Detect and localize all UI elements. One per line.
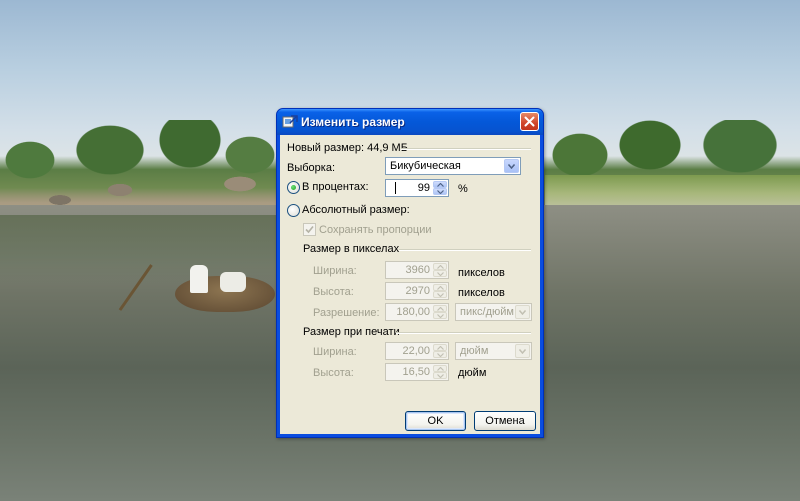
pixel-width-unit: пикселов — [458, 267, 505, 279]
percent-value: 99 — [417, 182, 430, 194]
close-icon — [524, 116, 535, 127]
resolution-unit-select[interactable]: пикс/дюйм — [455, 303, 532, 321]
spin-up-button[interactable] — [433, 305, 447, 312]
resolution-label: Разрешение: — [313, 307, 380, 319]
dialog-titlebar[interactable]: Изменить размер — [277, 109, 543, 135]
resize-dialog: Изменить размер Новый размер: 44,9 МБ Вы… — [276, 108, 544, 438]
spin-up-button[interactable] — [433, 284, 447, 291]
resampling-value: Бикубическая — [390, 160, 461, 172]
pixel-width-label: Ширина: — [313, 265, 357, 277]
spin-down-button[interactable] — [433, 270, 447, 277]
spin-down-button[interactable] — [433, 351, 447, 358]
spin-up-button[interactable] — [433, 181, 447, 188]
new-size-label: Новый размер: 44,9 МБ — [287, 142, 408, 154]
print-height-spinner[interactable]: 16,50 — [385, 363, 449, 381]
print-unit-select[interactable]: дюйм — [455, 342, 532, 360]
print-width-spinner[interactable]: 22,00 — [385, 342, 449, 360]
pixel-width-spinner[interactable]: 3960 — [385, 261, 449, 279]
resolution-spinner[interactable]: 180,00 — [385, 303, 449, 321]
spin-up-button[interactable] — [433, 263, 447, 270]
percent-spinner[interactable]: 99 — [385, 179, 449, 197]
right-river-bank — [545, 175, 800, 205]
pixel-height-unit: пикселов — [458, 287, 505, 299]
cancel-button[interactable]: Отмена — [474, 411, 536, 431]
spin-up-button[interactable] — [433, 344, 447, 351]
pixel-height-label: Высота: — [313, 286, 354, 298]
resampling-select[interactable]: Бикубическая — [385, 157, 521, 175]
dialog-body: Новый размер: 44,9 МБ Выборка: Бикубичес… — [280, 135, 540, 434]
spin-down-button[interactable] — [433, 188, 447, 195]
checkmark-icon — [305, 225, 314, 234]
spin-up-button[interactable] — [433, 365, 447, 372]
spin-down-button[interactable] — [433, 372, 447, 379]
keep-proportions-checkbox[interactable] — [303, 223, 316, 236]
dialog-title: Изменить размер — [301, 115, 405, 129]
boatman — [190, 265, 208, 293]
absolute-size-radio[interactable] — [287, 204, 300, 217]
resize-app-icon — [282, 114, 298, 130]
separator — [401, 148, 531, 150]
spin-down-button[interactable] — [433, 312, 447, 319]
print-width-value: 22,00 — [402, 345, 430, 357]
print-unit-value: дюйм — [460, 345, 489, 357]
print-width-label: Ширина: — [313, 346, 357, 358]
by-percent-label: В процентах: — [302, 181, 369, 193]
percent-unit: % — [458, 183, 468, 195]
passenger — [220, 272, 246, 292]
print-height-unit: дюйм — [458, 367, 487, 379]
ok-button[interactable]: OK — [405, 411, 466, 431]
pixel-height-value: 2970 — [405, 285, 430, 297]
separator — [396, 332, 531, 334]
print-height-label: Высота: — [313, 367, 354, 379]
chevron-down-icon[interactable] — [515, 305, 530, 319]
resampling-label: Выборка: — [287, 162, 336, 174]
separator — [399, 249, 531, 251]
resolution-unit-value: пикс/дюйм — [460, 306, 514, 318]
chevron-down-icon[interactable] — [515, 344, 530, 358]
pixel-height-spinner[interactable]: 2970 — [385, 282, 449, 300]
close-button[interactable] — [520, 112, 539, 131]
print-height-value: 16,50 — [402, 366, 430, 378]
by-percent-radio[interactable] — [287, 181, 300, 194]
pixel-size-header: Размер в пикселах — [303, 243, 400, 255]
spin-down-button[interactable] — [433, 291, 447, 298]
text-caret — [395, 182, 396, 194]
keep-proportions-label: Сохранять пропорции — [319, 224, 432, 236]
absolute-size-label: Абсолютный размер: — [302, 204, 410, 216]
pixel-width-value: 3960 — [405, 264, 430, 276]
resolution-value: 180,00 — [396, 306, 430, 318]
chevron-down-icon[interactable] — [504, 159, 519, 173]
print-size-header: Размер при печати — [303, 326, 400, 338]
